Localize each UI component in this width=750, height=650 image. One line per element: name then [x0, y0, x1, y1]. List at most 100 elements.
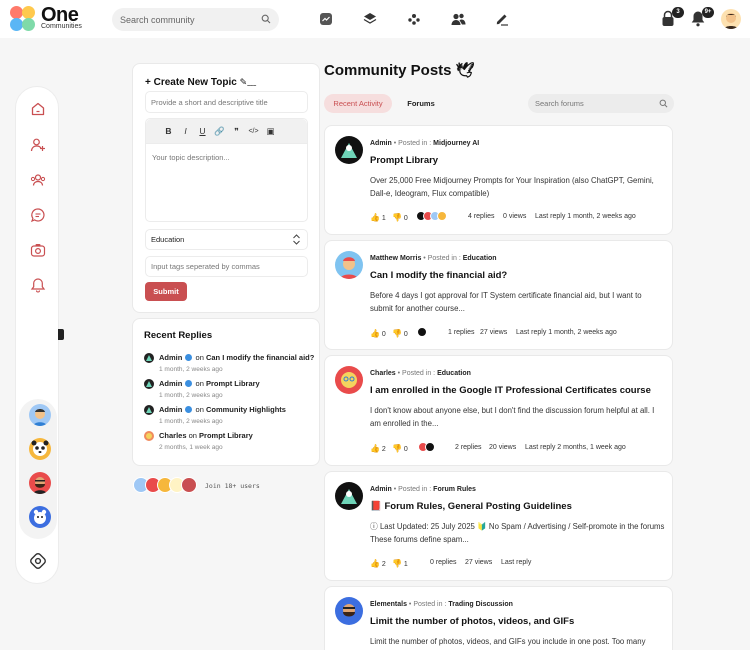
- like-button[interactable]: 👍 2: [370, 444, 386, 453]
- like-button[interactable]: 👍 2: [370, 559, 386, 568]
- post-card[interactable]: Admin • Posted in : Midjourney AI Prompt…: [324, 125, 673, 235]
- like-button[interactable]: 👍 1: [370, 213, 386, 222]
- thumbs-down-icon: 👎: [392, 444, 402, 453]
- join-users-strip[interactable]: Join 18+ users: [133, 477, 323, 495]
- author-name[interactable]: Charles: [370, 370, 396, 377]
- forum-link[interactable]: Trading Discussion: [448, 601, 513, 608]
- author-avatar[interactable]: [335, 251, 363, 279]
- author-avatar[interactable]: [335, 136, 363, 164]
- reply-count: 4 replies: [468, 213, 495, 220]
- logo-icon[interactable]: [10, 6, 36, 32]
- chat-icon[interactable]: [30, 207, 46, 223]
- recent-replies-title: Recent Replies: [144, 330, 213, 341]
- post-card[interactable]: Elementals • Posted in : Trading Discuss…: [324, 586, 673, 650]
- alerts-badge: 9+: [702, 7, 714, 18]
- messages-lock-icon[interactable]: 3: [660, 7, 684, 28]
- post-excerpt: Limit the number of photos, videos, and …: [370, 637, 646, 646]
- post-excerpt: ⓘ Last Updated: 25 July 2025 🔰 No Spam /…: [370, 522, 665, 544]
- reply-time: 1 month, 2 weeks ago: [159, 418, 223, 425]
- bold-icon[interactable]: B: [160, 126, 177, 136]
- groups-icon[interactable]: [406, 11, 422, 27]
- members-icon[interactable]: [450, 11, 466, 27]
- tags-input[interactable]: Input tags seperated by commas: [145, 256, 308, 277]
- post-card[interactable]: Admin • Posted in : Forum Rules 📕 Forum …: [324, 471, 673, 581]
- search-icon[interactable]: [261, 14, 271, 26]
- post-title[interactable]: I am enrolled in the Google IT Professio…: [370, 385, 651, 396]
- topic-description-editor[interactable]: B I U 🔗 ❞ </> ▣ Your topic description..…: [145, 118, 308, 222]
- author-name[interactable]: Elementals: [370, 601, 407, 608]
- dislike-button[interactable]: 👎 0: [392, 213, 408, 222]
- link-icon[interactable]: 🔗: [211, 126, 228, 137]
- quote-icon[interactable]: ❞: [228, 126, 245, 137]
- top-bar: One Communities 3 9+: [0, 0, 750, 38]
- post-title[interactable]: Can I modify the financial aid?: [370, 270, 507, 281]
- bell-icon[interactable]: 9+: [690, 7, 714, 28]
- dislike-button[interactable]: 👎 1: [392, 559, 408, 568]
- add-user-icon[interactable]: [30, 137, 46, 153]
- dislike-button[interactable]: 👎 0: [392, 329, 408, 338]
- forum-search-input[interactable]: [528, 94, 674, 113]
- search-icon[interactable]: [659, 99, 668, 110]
- thumbs-up-icon: 👍: [370, 444, 380, 453]
- layers-icon[interactable]: [362, 11, 378, 27]
- recent-replies-card: Recent Replies Admin on Can I modify the…: [132, 318, 320, 466]
- post-title[interactable]: Prompt Library: [370, 155, 438, 166]
- settings-gear-icon[interactable]: [30, 553, 46, 569]
- sidebar-collapse-handle[interactable]: [55, 329, 64, 340]
- reply-text: Charles on Prompt Library: [159, 431, 253, 440]
- brand-subtitle: Communities: [41, 23, 82, 30]
- author-name[interactable]: Admin: [370, 140, 392, 147]
- dislike-button[interactable]: 👎 0: [392, 444, 408, 453]
- forum-link[interactable]: Forum Rules: [433, 486, 476, 493]
- italic-icon[interactable]: I: [177, 126, 194, 136]
- join-text: Join 18+ users: [205, 482, 260, 490]
- reply-topic-link[interactable]: Community Highlights: [206, 405, 286, 414]
- rail-user-avatar[interactable]: [29, 472, 51, 494]
- camera-icon[interactable]: [30, 242, 46, 258]
- submit-button[interactable]: Submit: [145, 282, 187, 301]
- rail-user-avatar[interactable]: [29, 404, 51, 426]
- topic-title-field[interactable]: Provide a short and descriptive title: [145, 91, 308, 113]
- reply-topic-link[interactable]: Prompt Library: [199, 431, 253, 440]
- post-title[interactable]: Limit the number of photos, videos, and …: [370, 616, 574, 627]
- create-topic-card: + Create New Topic ✎﹏ Provide a short an…: [132, 63, 320, 313]
- post-meta: Elementals • Posted in : Trading Discuss…: [370, 601, 513, 608]
- forum-link[interactable]: Midjourney AI: [433, 140, 479, 147]
- forum-link[interactable]: Education: [437, 370, 471, 377]
- category-select[interactable]: Education: [145, 229, 308, 250]
- post-title[interactable]: 📕 Forum Rules, General Posting Guideline…: [370, 501, 572, 512]
- community-search[interactable]: [112, 8, 279, 31]
- reply-topic-link[interactable]: Can I modify the financial aid?: [206, 353, 314, 362]
- author-name[interactable]: Matthew Morris: [370, 255, 421, 262]
- post-card[interactable]: Matthew Morris • Posted in : Education C…: [324, 240, 673, 350]
- thumbs-up-icon: 👍: [370, 559, 380, 568]
- rail-user-avatar[interactable]: [29, 438, 51, 460]
- notification-icon[interactable]: [30, 277, 46, 293]
- author-avatar[interactable]: [335, 366, 363, 394]
- post-card[interactable]: Charles • Posted in : Education I am enr…: [324, 355, 673, 466]
- tab-recent-activity[interactable]: Recent Activity: [324, 94, 392, 113]
- author-name[interactable]: Admin: [370, 486, 392, 493]
- author-avatar[interactable]: [335, 482, 363, 510]
- activity-chart-icon[interactable]: [318, 11, 334, 27]
- rail-user-avatar[interactable]: [29, 506, 51, 528]
- forum-link[interactable]: Education: [463, 255, 497, 262]
- code-icon[interactable]: </>: [245, 128, 262, 135]
- reply-count: 2 replies: [455, 444, 482, 451]
- like-button[interactable]: 👍 0: [370, 329, 386, 338]
- home-icon[interactable]: [30, 101, 46, 117]
- community-icon[interactable]: [30, 172, 46, 188]
- reply-topic-link[interactable]: Prompt Library: [206, 379, 260, 388]
- search-input[interactable]: [112, 8, 279, 31]
- author-avatar[interactable]: [335, 597, 363, 625]
- forum-search[interactable]: [528, 94, 674, 113]
- user-avatar[interactable]: [721, 9, 741, 29]
- tab-forums[interactable]: Forums: [398, 94, 444, 113]
- reply-text: Admin on Prompt Library: [159, 379, 260, 388]
- image-icon[interactable]: ▣: [262, 126, 279, 137]
- underline-icon[interactable]: U: [194, 126, 211, 136]
- thumbs-down-icon: 👎: [392, 329, 402, 338]
- view-count: 27 views: [465, 559, 493, 566]
- view-count: 27 views: [480, 329, 508, 336]
- edit-pen-icon[interactable]: [494, 11, 510, 27]
